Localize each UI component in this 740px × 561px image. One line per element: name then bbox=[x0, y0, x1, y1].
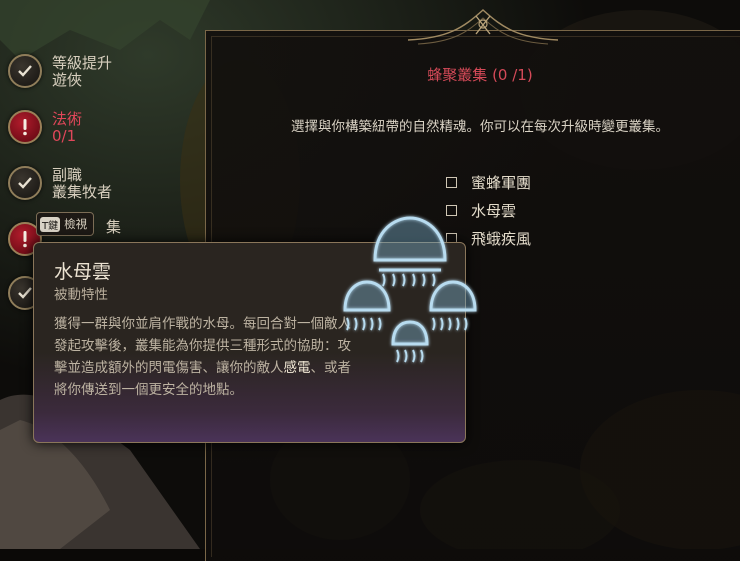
step-spells[interactable]: 法術 0/1 bbox=[8, 110, 82, 145]
option-bee-legion[interactable]: 蜜蜂軍團 bbox=[446, 171, 531, 193]
step-label-fragment: 集 bbox=[106, 218, 122, 236]
tooltip-keyword[interactable]: 感電 bbox=[284, 360, 311, 376]
step-level-up[interactable]: 等級提升 遊俠 bbox=[8, 54, 112, 89]
inspect-keyhint[interactable]: T鍵 檢視 bbox=[36, 212, 95, 236]
option-label: 蜜蜂軍團 bbox=[471, 173, 532, 192]
step-subclass[interactable]: 副職 叢集牧者 bbox=[8, 166, 112, 201]
warning-icon bbox=[8, 110, 42, 144]
jellyfish-icon bbox=[343, 216, 477, 363]
panel-title: 蜂聚叢集 (0 /1) bbox=[427, 66, 533, 84]
step-subtitle: 0/1 bbox=[52, 127, 77, 145]
tooltip-subtitle: 被動特性 bbox=[54, 287, 108, 303]
step-label: 法術 0/1 bbox=[52, 110, 82, 145]
step-label: 副職 叢集牧者 bbox=[52, 166, 112, 201]
step-title: 副職 bbox=[52, 166, 83, 184]
step-title: 等級提升 bbox=[52, 54, 113, 72]
keyhint-label: 檢視 bbox=[64, 217, 88, 231]
tooltip-title: 水母雲 bbox=[54, 261, 112, 283]
step-label: 等級提升 遊俠 bbox=[52, 54, 112, 89]
step-subtitle: 叢集牧者 bbox=[52, 183, 113, 201]
option-checkbox[interactable] bbox=[446, 176, 457, 188]
tooltip-description: 獲得一群與你並肩作戰的水母。每回合對一個敵人發起攻擊後，叢集能為你提供三種形式的… bbox=[54, 313, 354, 401]
key-t: T鍵 bbox=[40, 216, 61, 232]
step-subtitle: 遊俠 bbox=[52, 71, 83, 89]
panel-description: 選擇與你構築紐帶的自然精魂。你可以在每次升級時變更叢集。 bbox=[291, 119, 669, 135]
check-icon bbox=[8, 166, 42, 200]
crest-ornament bbox=[408, 8, 558, 45]
check-icon bbox=[8, 54, 42, 88]
step-title: 法術 bbox=[52, 110, 83, 128]
